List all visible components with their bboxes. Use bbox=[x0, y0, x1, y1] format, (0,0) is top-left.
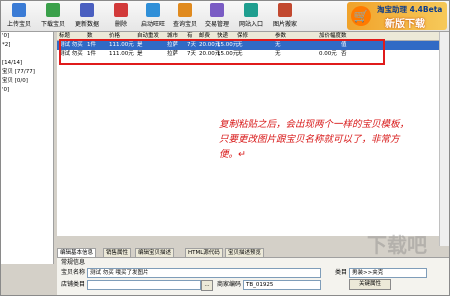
shop-category-label: 店铺类目 bbox=[61, 281, 86, 288]
trade-icon bbox=[210, 3, 224, 17]
image-move-icon bbox=[278, 3, 292, 17]
toolbar-button-label: 图片搬家 bbox=[272, 21, 297, 28]
upload-button[interactable]: 上传宝贝 bbox=[3, 3, 35, 30]
delete-button[interactable]: 删除 bbox=[105, 3, 137, 30]
brand-banner[interactable]: 🛒 淘宝助理 4.4Beta 新版下载 bbox=[347, 2, 447, 30]
website-icon bbox=[244, 3, 258, 17]
tree-item[interactable]: '0] bbox=[1, 86, 53, 95]
website-button[interactable]: 网站入口 bbox=[235, 3, 267, 30]
key-attributes-button[interactable]: 关键属性 bbox=[349, 279, 391, 290]
tree-item[interactable]: 宝贝 [0/0] bbox=[1, 77, 53, 86]
toolbar-button-label: 交易管理 bbox=[204, 21, 229, 28]
item-name-input[interactable]: 测试 勿买 哦买了发图片 bbox=[87, 268, 321, 278]
refresh-icon bbox=[80, 3, 94, 17]
search-icon bbox=[178, 3, 192, 17]
toolbar-button-label: 启动旺旺 bbox=[140, 21, 165, 28]
section-title: 常规信息 bbox=[61, 259, 86, 266]
download-icon bbox=[46, 3, 60, 17]
category-label: 类目 bbox=[335, 269, 348, 276]
toolbar-button-label: 查询宝贝 bbox=[172, 21, 197, 28]
toolbar-button-label: 删除 bbox=[114, 21, 127, 28]
highlight-box bbox=[59, 39, 385, 65]
category-select[interactable]: 男装>>夹克 bbox=[349, 268, 427, 278]
tree-item[interactable]: [14/14] bbox=[1, 59, 53, 68]
item-edit-form: 常规信息 宝贝名称 测试 勿买 哦买了发图片 店铺类目 ... 商家编码 TB_… bbox=[57, 257, 449, 295]
app-window: 🛒 淘宝助理 4.4Beta 新版下载 上传宝贝 下载宝贝 更新数据 删除 启动旺旺 查询… bbox=[0, 0, 450, 296]
brand-subtitle[interactable]: 新版下载 bbox=[385, 15, 425, 30]
tree-item[interactable]: *2] bbox=[1, 41, 53, 50]
cart-icon: 🛒 bbox=[351, 6, 371, 26]
category-tree[interactable]: '0] *2] [14/14] 宝贝 [77/77] 宝贝 [0/0] '0] bbox=[1, 32, 54, 264]
trade-button[interactable]: 交易管理 bbox=[201, 3, 233, 30]
tree-item[interactable] bbox=[1, 50, 53, 59]
toolbar-button-label: 上传宝贝 bbox=[6, 21, 31, 28]
upload-icon bbox=[12, 3, 26, 17]
toolbar-button-label: 下载宝贝 bbox=[40, 21, 65, 28]
tree-item[interactable]: '0] bbox=[1, 32, 53, 41]
refresh-button[interactable]: 更新数据 bbox=[71, 3, 103, 30]
tree-item[interactable]: 宝贝 [77/77] bbox=[1, 68, 53, 77]
toolbar-button-label: 更新数据 bbox=[74, 21, 99, 28]
search-button[interactable]: 查询宝贝 bbox=[169, 3, 201, 30]
vertical-scrollbar[interactable] bbox=[439, 32, 449, 246]
annotation-text: 复制粘贴之后，会出现两个一样的宝贝模板，只要更改图片跟宝贝名称就可以了，非常方便… bbox=[219, 119, 410, 160]
delete-icon bbox=[114, 3, 128, 17]
watermark: 下载吧 bbox=[367, 233, 427, 257]
image-move-button[interactable]: 图片搬家 bbox=[269, 3, 301, 30]
merchant-code-input[interactable]: TB_01925 bbox=[243, 280, 321, 290]
download-button[interactable]: 下载宝贝 bbox=[37, 3, 69, 30]
toolbar-button-label: 网站入口 bbox=[238, 21, 263, 28]
item-name-label: 宝贝名称 bbox=[61, 269, 86, 276]
more-button[interactable]: ... bbox=[201, 280, 213, 291]
merchant-code-label: 商家编码 bbox=[217, 281, 242, 288]
wangwang-icon bbox=[146, 3, 160, 17]
toolbar: 🛒 淘宝助理 4.4Beta 新版下载 上传宝贝 下载宝贝 更新数据 删除 启动旺旺 查询… bbox=[1, 1, 449, 32]
shop-category-select[interactable] bbox=[87, 280, 201, 290]
wangwang-button[interactable]: 启动旺旺 bbox=[137, 3, 169, 30]
brand-title: 淘宝助理 4.4Beta bbox=[377, 5, 443, 14]
